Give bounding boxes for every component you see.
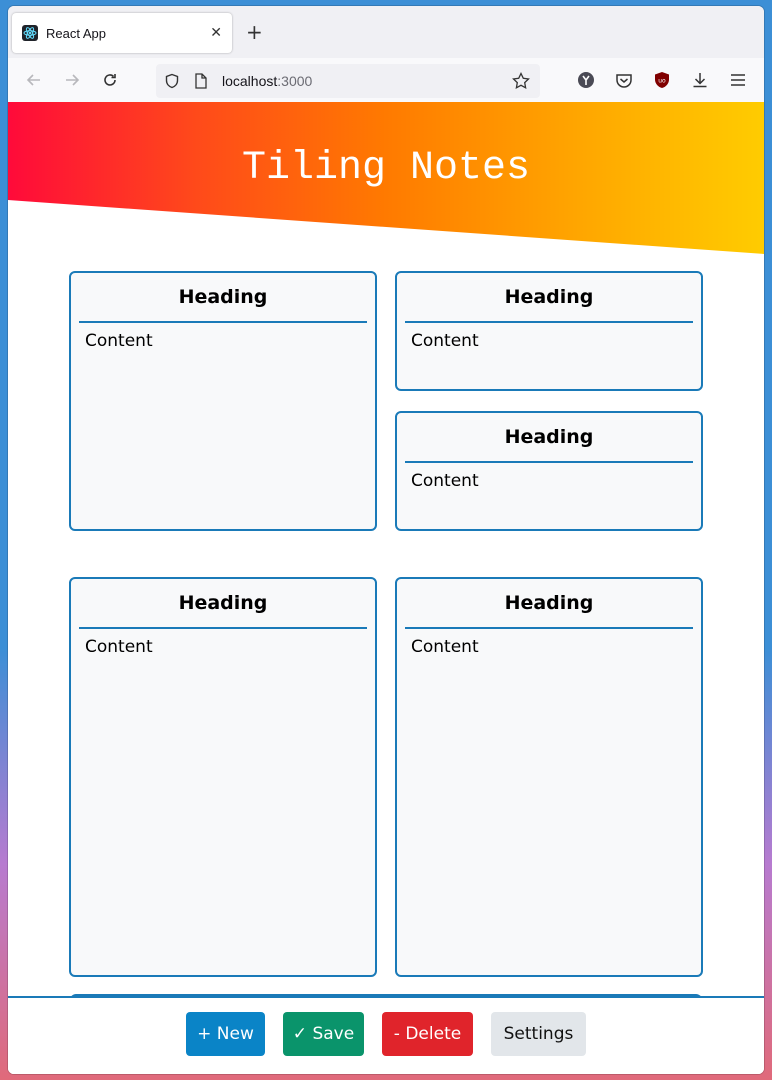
star-icon[interactable]	[512, 71, 530, 94]
note-card[interactable]: Heading Content	[395, 577, 703, 977]
note-content[interactable]: Content	[397, 463, 701, 499]
download-icon[interactable]	[690, 70, 710, 90]
url-bar[interactable]: localhost:3000	[156, 64, 540, 98]
tab-react-app[interactable]: React App ✕	[12, 13, 232, 53]
page-content: Tiling Notes Heading Content Heading Con…	[8, 102, 764, 1074]
url-host: localhost	[222, 73, 278, 89]
url-text[interactable]: localhost:3000	[222, 73, 312, 89]
note-card[interactable]: Heading Content	[69, 577, 377, 977]
forward-arrow-icon[interactable]	[62, 70, 82, 90]
shield-icon[interactable]	[164, 73, 180, 93]
page-icon	[194, 73, 208, 93]
tab-bar: React App ✕ +	[8, 6, 764, 58]
tab-title: React App	[46, 25, 106, 41]
note-card[interactable]: Heading Content	[69, 271, 377, 531]
note-card[interactable]: Heading Content	[395, 411, 703, 531]
menu-icon[interactable]	[728, 70, 748, 90]
delete-button[interactable]: - Delete	[382, 1012, 473, 1056]
react-icon	[22, 25, 38, 41]
yandex-icon[interactable]	[576, 70, 596, 90]
ublock-icon[interactable]: uo	[652, 70, 672, 90]
new-button[interactable]: + New	[186, 1012, 265, 1056]
close-icon[interactable]: ✕	[210, 25, 222, 41]
note-heading[interactable]: Heading	[79, 273, 367, 323]
note-heading[interactable]: Heading	[405, 579, 693, 629]
settings-button[interactable]: Settings	[491, 1012, 586, 1056]
page-title: Tiling Notes	[241, 146, 531, 191]
pocket-icon[interactable]	[614, 70, 634, 90]
note-content[interactable]: Content	[397, 629, 701, 665]
note-heading[interactable]: Heading	[405, 413, 693, 463]
note-heading[interactable]: Heading	[405, 273, 693, 323]
save-button[interactable]: ✓ Save	[283, 1012, 364, 1056]
svg-text:uo: uo	[658, 78, 666, 85]
url-port: :3000	[277, 73, 313, 89]
note-content[interactable]: Content	[71, 323, 375, 359]
note-card[interactable]: Heading Content	[395, 271, 703, 391]
new-tab-button[interactable]: +	[246, 20, 263, 44]
bottom-toolbar: + New ✓ Save - Delete Settings	[8, 996, 764, 1074]
navigation-bar: localhost:3000 uo	[8, 58, 764, 102]
back-arrow-icon[interactable]	[24, 70, 44, 90]
note-content[interactable]: Content	[397, 323, 701, 359]
note-content[interactable]: Content	[71, 629, 375, 665]
reload-icon[interactable]	[100, 70, 120, 90]
note-heading[interactable]: Heading	[79, 579, 367, 629]
browser-window: React App ✕ + localhost:3000 uo Tiling N…	[8, 6, 764, 1074]
